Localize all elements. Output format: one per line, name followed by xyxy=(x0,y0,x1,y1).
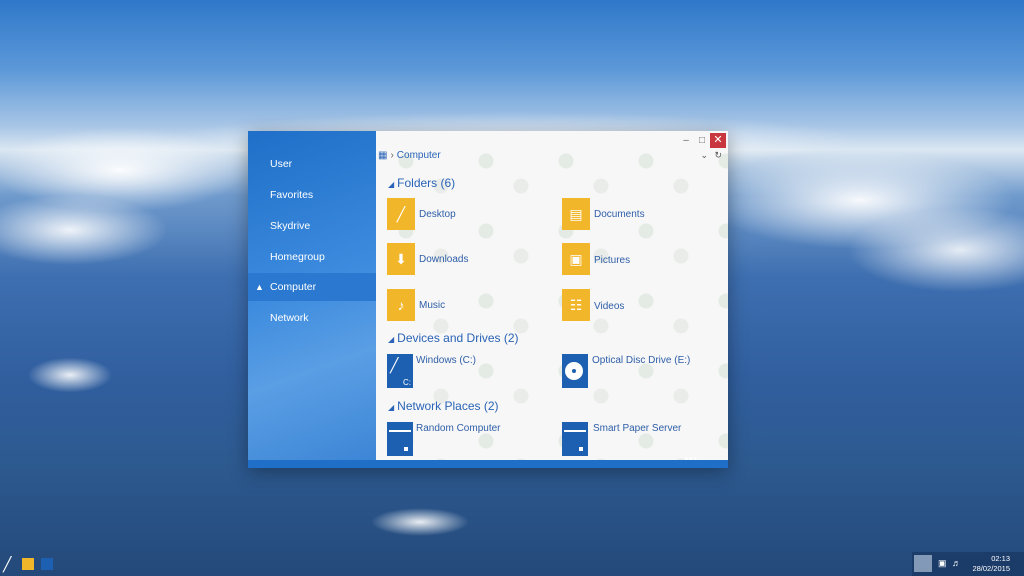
sidebar-item-label: Homegroup xyxy=(270,251,325,263)
section-title: Devices and Drives (2) xyxy=(397,331,519,345)
chevron-right-icon: › xyxy=(390,150,394,161)
content-pane: – □ ✕ ▦ › Computer ⌄ ↻ ◢ Folders (6) ╱ Desk… xyxy=(376,131,728,460)
browser-icon[interactable] xyxy=(41,558,53,570)
network-label-random[interactable]: Random Computer xyxy=(416,423,500,434)
taskbar-pinned: ╱ xyxy=(0,556,60,576)
videos-icon[interactable]: ☷ xyxy=(562,289,590,321)
optical-drive-icon[interactable] xyxy=(562,354,588,388)
close-button[interactable]: ✕ xyxy=(710,133,726,148)
drive-label-windows[interactable]: Windows (C:) xyxy=(416,355,476,366)
clock[interactable]: 02:13 28/02/2015 xyxy=(972,554,1010,574)
sidebar-item-homegroup[interactable]: Homegroup xyxy=(248,243,376,271)
section-folders[interactable]: ◢ Folders (6) xyxy=(388,176,455,190)
server-icon[interactable] xyxy=(562,422,588,456)
chevron-up-icon: ▲ xyxy=(255,282,264,292)
drive-letter: C: xyxy=(403,378,411,387)
sidebar-item-network[interactable]: Network xyxy=(248,304,376,332)
volume-icon[interactable]: ♬ xyxy=(952,558,961,568)
server-led xyxy=(404,447,408,451)
collapse-icon: ◢ xyxy=(388,403,395,412)
folder-label-desktop[interactable]: Desktop xyxy=(419,209,456,220)
minimize-button[interactable]: – xyxy=(680,133,692,148)
desktop-icon[interactable]: ╱ xyxy=(387,198,415,230)
explorer-window: User Favorites Skydrive Homegroup ▲ Comp… xyxy=(248,131,728,468)
maximize-button[interactable]: □ xyxy=(696,133,708,148)
collapse-icon: ◢ xyxy=(388,335,395,344)
network-icon[interactable]: ▣ xyxy=(938,558,947,569)
folder-label-downloads[interactable]: Downloads xyxy=(419,254,468,265)
server-top xyxy=(389,424,411,430)
downloads-icon[interactable]: ⬇ xyxy=(387,243,415,275)
network-label-smart-paper[interactable]: Smart Paper Server xyxy=(593,423,681,434)
status-bar: ••• xyxy=(248,454,728,468)
windows-drive-icon[interactable]: ╱ C: xyxy=(387,354,413,388)
windows-logo-icon: ╱ xyxy=(390,357,399,373)
more-icon[interactable]: ••• xyxy=(684,454,698,465)
sidebar-item-user[interactable]: User xyxy=(248,150,376,178)
folder-label-documents[interactable]: Documents xyxy=(594,209,645,220)
sidebar-item-label: Network xyxy=(270,312,309,324)
folder-label-music[interactable]: Music xyxy=(419,300,445,311)
pictures-icon[interactable]: ▣ xyxy=(562,243,590,275)
chevron-down-icon[interactable]: ⌄ xyxy=(700,150,708,161)
sidebar-item-favorites[interactable]: Favorites xyxy=(248,181,376,209)
show-hidden-icons-icon[interactable] xyxy=(914,555,932,572)
sidebar-item-label: Favorites xyxy=(270,189,314,201)
sidebar-item-label: Skydrive xyxy=(270,220,311,232)
breadcrumb-location: Computer xyxy=(396,150,441,161)
folder-label-pictures[interactable]: Pictures xyxy=(594,255,630,266)
start-icon[interactable]: ╱ xyxy=(3,556,11,573)
section-title: Folders (6) xyxy=(397,176,456,190)
sidebar-item-computer[interactable]: ▲ Computer xyxy=(248,273,376,301)
sidebar-item-skydrive[interactable]: Skydrive xyxy=(248,212,376,240)
disc-hole xyxy=(572,369,576,373)
sidebar: User Favorites Skydrive Homegroup ▲ Comp… xyxy=(248,131,376,460)
folder-label-videos[interactable]: Videos xyxy=(594,301,624,312)
drive-label-optical[interactable]: Optical Disc Drive (E:) xyxy=(592,355,690,366)
section-devices[interactable]: ◢ Devices and Drives (2) xyxy=(388,331,519,345)
server-led xyxy=(579,447,583,451)
refresh-icon[interactable]: ↻ xyxy=(714,150,722,161)
server-icon[interactable] xyxy=(387,422,413,456)
section-network[interactable]: ◢ Network Places (2) xyxy=(388,399,499,413)
explorer-icon[interactable] xyxy=(22,558,34,570)
collapse-icon: ◢ xyxy=(388,180,395,189)
sidebar-item-label: Computer xyxy=(270,281,317,293)
documents-icon[interactable]: ▤ xyxy=(562,198,590,230)
breadcrumb[interactable]: ▦ › Computer xyxy=(378,149,441,163)
section-title: Network Places (2) xyxy=(397,399,499,413)
music-icon[interactable]: ♪ xyxy=(387,289,415,321)
computer-icon: ▦ xyxy=(378,150,388,161)
clock-date: 28/02/2015 xyxy=(972,564,1010,573)
clock-time: 02:13 xyxy=(991,554,1010,563)
server-top xyxy=(564,424,586,430)
sidebar-item-label: User xyxy=(270,158,293,170)
